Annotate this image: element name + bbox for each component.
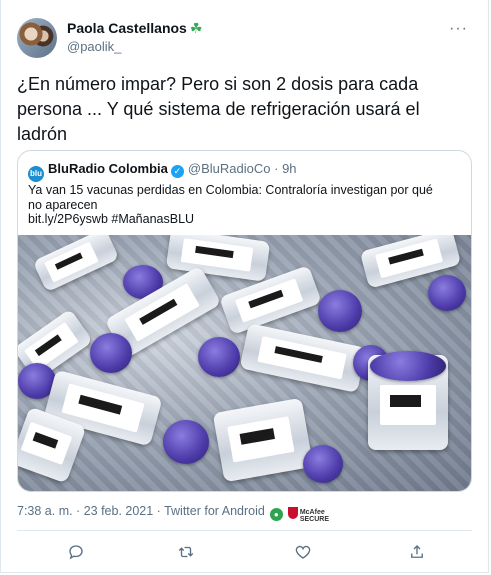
- quoted-header: blu BluRadio Colombia ✓ @BluRadioCo · 9h: [28, 161, 297, 182]
- quoted-time[interactable]: 9h: [282, 161, 296, 176]
- quoted-name[interactable]: BluRadio Colombia: [48, 161, 168, 176]
- mcafee-label: McAfee: [299, 509, 325, 517]
- divider: [17, 530, 472, 531]
- vaccine-vials-photo[interactable]: [18, 235, 471, 491]
- tweet-text: ¿En número impar? Pero si son 2 dosis pa…: [17, 74, 420, 144]
- tweet-header: Paola Castellanos ☘ @paolik_ ···: [17, 14, 472, 62]
- mcafee-badge: McAfee SECURE: [287, 507, 330, 524]
- lock-icon: ●: [269, 508, 283, 521]
- tweet-actions: [1, 538, 490, 566]
- mcafee-shield-icon: [287, 507, 298, 519]
- like-icon[interactable]: [289, 538, 317, 566]
- mcafee-secure-label: SECURE: [299, 516, 330, 524]
- quoted-text: Ya van 15 vacunas perdidas en Colombia: …: [28, 183, 433, 212]
- quoted-link[interactable]: bit.ly/2P6yswb #MañanasBLU: [28, 212, 194, 226]
- tweet-card: Paola Castellanos ☘ @paolik_ ··· ¿En núme…: [0, 0, 489, 573]
- author-handle[interactable]: @paolik_: [67, 39, 121, 54]
- quoted-avatar[interactable]: blu: [28, 166, 44, 182]
- quoted-tweet[interactable]: blu BluRadio Colombia ✓ @BluRadioCo · 9h Ya…: [17, 150, 472, 492]
- tweet-meta: 7:38 a. m. · 23 feb. 2021 · Twitter for …: [17, 504, 329, 523]
- clover-icon: ☘: [189, 20, 203, 36]
- vial-cap: [303, 445, 343, 483]
- author-name-row[interactable]: Paola Castellanos ☘: [67, 20, 202, 37]
- vial-cap: [318, 290, 362, 332]
- separator-dot: ·: [274, 161, 279, 176]
- vial-cap: [90, 333, 132, 373]
- reply-icon[interactable]: [62, 538, 90, 566]
- more-options-icon[interactable]: ···: [449, 20, 468, 38]
- timestamp-source[interactable]: 7:38 a. m. · 23 feb. 2021 · Twitter for …: [17, 504, 265, 518]
- verified-icon: ✓: [170, 165, 184, 178]
- author-name[interactable]: Paola Castellanos: [67, 20, 187, 36]
- vial-cap: [163, 420, 209, 464]
- author-avatar[interactable]: [17, 18, 57, 58]
- vial-cap: [198, 337, 240, 377]
- vial-shape: [239, 323, 367, 393]
- vial-shape: [32, 235, 120, 293]
- vial-cap: [428, 275, 466, 311]
- quoted-handle[interactable]: @BluRadioCo: [188, 161, 271, 176]
- retweet-icon[interactable]: [172, 538, 200, 566]
- vial-cap: [370, 351, 446, 381]
- share-icon[interactable]: [403, 538, 431, 566]
- vial-shape: [212, 397, 314, 483]
